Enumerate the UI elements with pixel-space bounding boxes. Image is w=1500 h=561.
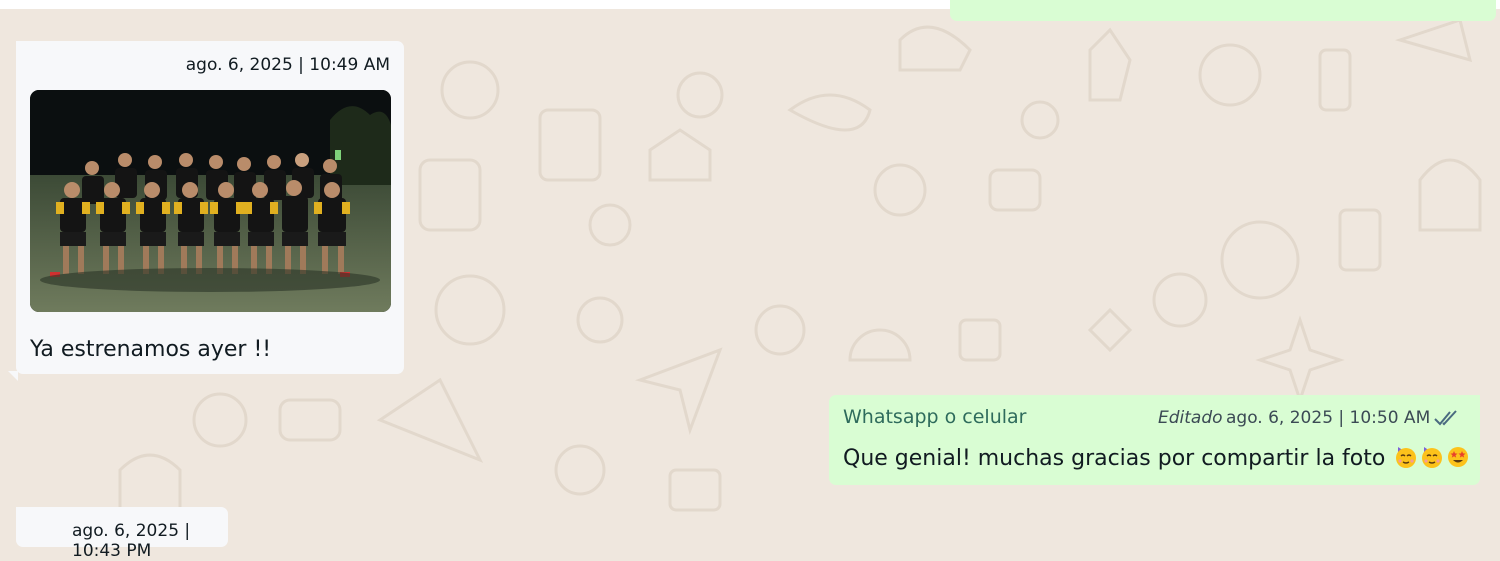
incoming-message[interactable]: ago. 6, 2025 | 10:49 AM Ya estrenamos ay… <box>8 41 404 381</box>
team-photo-image <box>30 90 391 312</box>
outgoing-message[interactable]: Whatsapp o celular Editado ago. 6, 2025 … <box>829 395 1480 485</box>
message-timestamp: ago. 6, 2025 | 10:50 AM <box>1226 408 1431 428</box>
edited-label: Editado <box>1158 408 1223 428</box>
message-timestamp: ago. 6, 2025 | 10:43 PM <box>72 521 191 561</box>
incoming-message[interactable]: ago. 6, 2025 | 10:43 PM <box>16 507 228 561</box>
message-timestamp: ago. 6, 2025 | 10:49 AM <box>185 55 390 75</box>
sender-name: Whatsapp o celular <box>843 406 1027 428</box>
message-text-line: Que genial! muchas gracias por compartir… <box>843 445 1470 471</box>
message-text: Ya estrenamos ayer !! <box>30 337 272 362</box>
star-struck-emoji <box>1448 447 1469 467</box>
double-check-icon <box>1434 410 1457 426</box>
party-face-emoji <box>1422 447 1443 468</box>
bubble-tail <box>8 371 18 381</box>
message-text: Que genial! muchas gracias por compartir… <box>843 446 1386 471</box>
message-photo[interactable] <box>30 90 391 312</box>
previous-outgoing-message[interactable] <box>950 0 1496 21</box>
party-face-emoji <box>1396 447 1417 468</box>
